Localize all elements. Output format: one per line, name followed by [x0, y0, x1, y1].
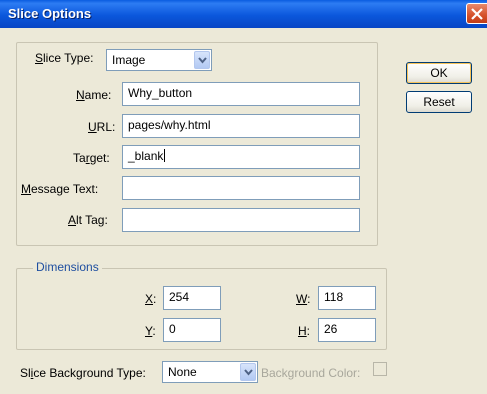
- alt-tag-input[interactable]: [122, 208, 360, 232]
- reset-button[interactable]: Reset: [406, 91, 472, 113]
- close-button[interactable]: [466, 3, 487, 24]
- h-label: H:: [298, 324, 311, 338]
- alt-tag-label: Alt Tag:: [68, 213, 108, 227]
- slice-type-select[interactable]: Image: [106, 49, 212, 71]
- slice-type-value: Image: [112, 53, 146, 67]
- h-input[interactable]: 26: [318, 318, 376, 342]
- name-input[interactable]: Why_button: [122, 82, 360, 106]
- w-input[interactable]: 118: [318, 286, 376, 310]
- target-input[interactable]: _blank: [122, 145, 360, 169]
- chevron-down-icon: [198, 57, 207, 64]
- dimensions-legend: Dimensions: [33, 260, 102, 276]
- url-label: URL:: [88, 120, 116, 134]
- target-label: Target:: [73, 151, 110, 165]
- window-title: Slice Options: [8, 6, 92, 21]
- ok-button[interactable]: OK: [406, 62, 472, 84]
- name-label: Name:: [76, 88, 112, 102]
- message-text-label: Message Text:: [21, 182, 99, 196]
- x-input[interactable]: 254: [163, 286, 221, 310]
- slice-type-dropdown-button[interactable]: [194, 51, 210, 69]
- y-input[interactable]: 0: [163, 318, 221, 342]
- background-color-swatch: [373, 362, 387, 376]
- y-label: Y:: [145, 324, 156, 338]
- x-label: X:: [145, 292, 157, 306]
- slice-background-type-label: Slice Background Type:: [20, 366, 146, 380]
- title-bar: Slice Options: [0, 0, 487, 28]
- close-icon: [471, 8, 483, 20]
- slice-type-legend: Slice Type:: [32, 51, 97, 67]
- chevron-down-icon: [244, 369, 253, 376]
- message-text-input[interactable]: [122, 176, 360, 200]
- background-type-value: None: [168, 365, 197, 379]
- target-value: _blank: [128, 149, 164, 163]
- background-color-label: Background Color:: [261, 366, 361, 380]
- w-label: W:: [296, 292, 311, 306]
- text-caret: [164, 149, 166, 162]
- url-input[interactable]: pages/why.html: [122, 114, 360, 138]
- background-type-select[interactable]: None: [162, 361, 258, 383]
- background-type-dropdown-button[interactable]: [240, 363, 256, 381]
